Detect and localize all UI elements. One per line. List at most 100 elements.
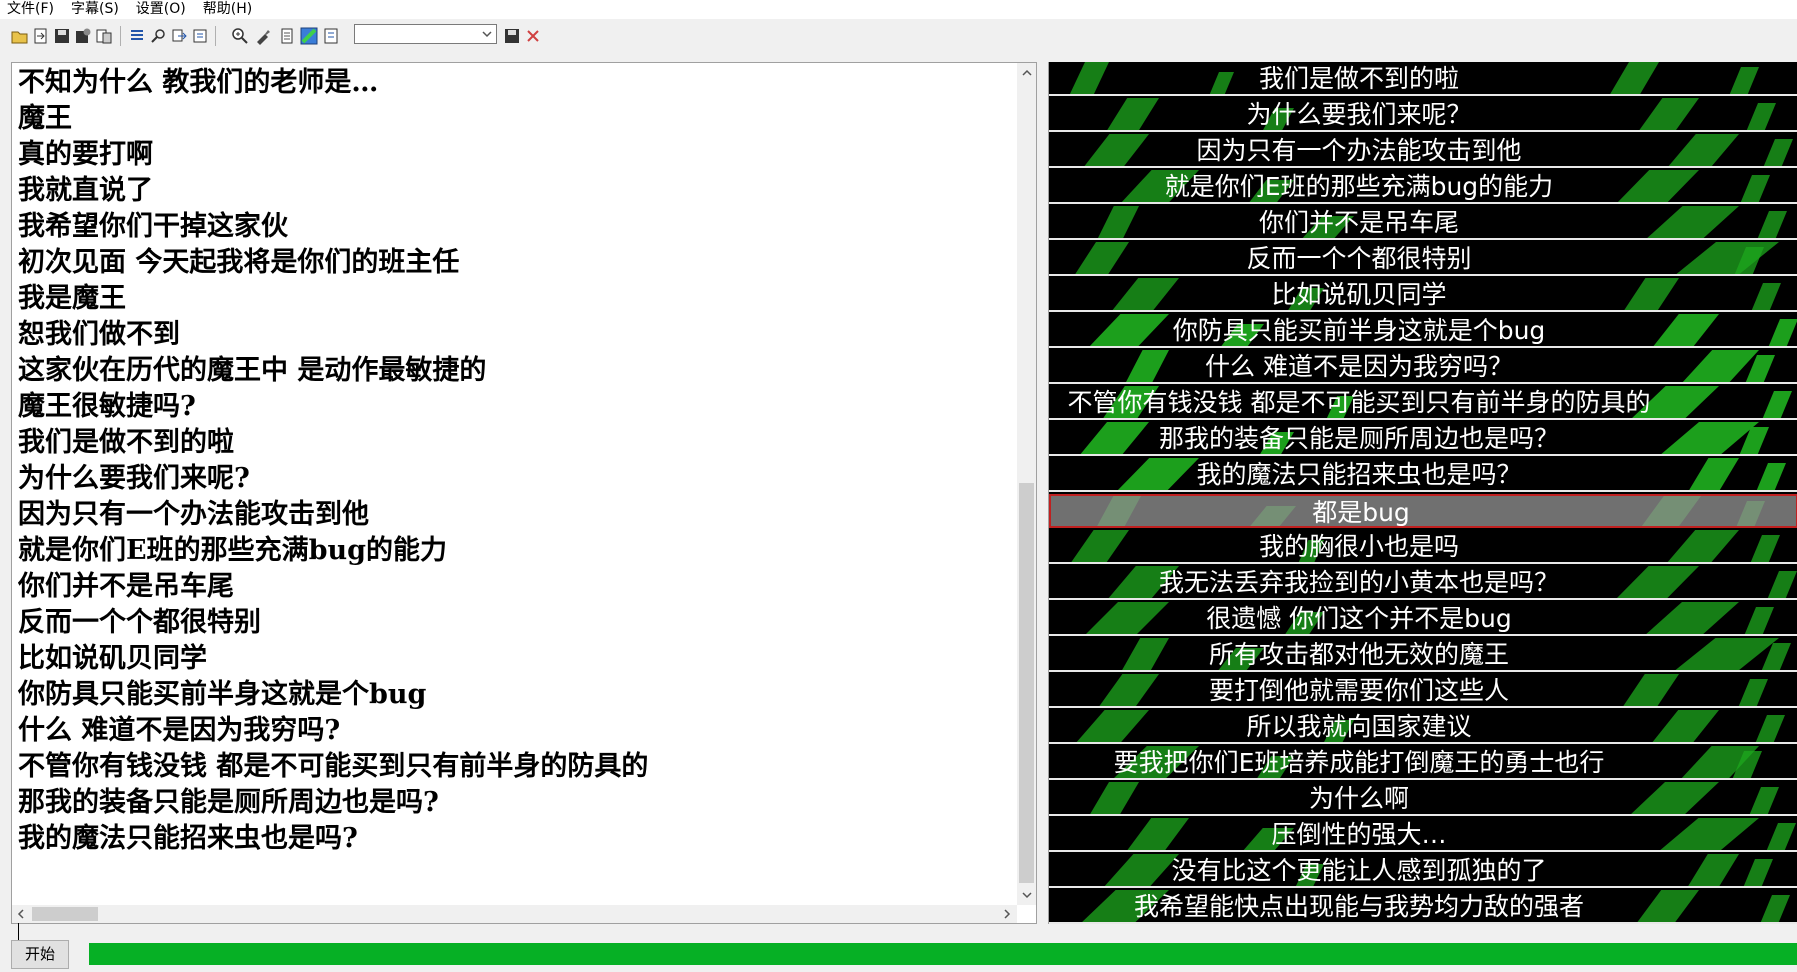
subtitle-text: 因为只有一个办法能攻击到他 (1196, 136, 1522, 165)
scroll-up-icon[interactable] (1020, 66, 1034, 80)
script-line: 我们是做不到的啦 (18, 427, 234, 458)
editor-content[interactable]: 不知为什么 教我们的老师是… 魔王 真的要打啊 我就直说了 我希望你们干掉这家伙 初次见面… (18, 65, 1008, 901)
delete-icon[interactable] (524, 27, 542, 45)
subtitle-row[interactable]: 我们是做不到的啦 (1049, 62, 1797, 96)
horizontal-scrollbar[interactable] (12, 905, 1017, 923)
script-line: 这家伙在历代的魔王中 是动作最敏捷的 (18, 355, 487, 386)
script-line: 那我的装备只能是厕所周边也是吗? (18, 787, 439, 818)
subtitle-text: 我无法丢弃我捡到的小黄本也是吗？ (1158, 568, 1559, 597)
subtitle-text: 所有攻击都对他无效的魔王 (1208, 640, 1509, 669)
horizontal-scroll-thumb[interactable] (32, 907, 98, 921)
script-line: 你防具只能买前半身这就是个bug (18, 679, 427, 710)
menu-settings[interactable]: 设置(O) (129, 0, 196, 19)
font-save-icon[interactable] (503, 27, 521, 45)
subtitle-row[interactable]: 要我把你们E班培养成能打倒魔王的勇士也行 (1049, 746, 1797, 780)
script-line: 魔王 (18, 103, 72, 134)
subtitle-text: 什么 难道不是因为我穷吗？ (1205, 352, 1513, 381)
script-line: 我是魔王 (18, 283, 126, 314)
search-icon[interactable] (149, 27, 167, 45)
export-icon[interactable] (95, 27, 113, 45)
vertical-scrollbar[interactable] (1017, 63, 1036, 905)
subtitle-row[interactable]: 不管你有钱没钱 都是不可能买到只有前半身的防具的 (1049, 386, 1797, 420)
subtitle-row[interactable]: 要打倒他就需要你们这些人 (1049, 674, 1797, 708)
font-combo[interactable] (354, 24, 497, 44)
script-line: 我的魔法只能招来虫也是吗? (18, 823, 358, 854)
format-icon[interactable] (322, 27, 340, 45)
subtitle-text: 不管你有钱没钱 都是不可能买到只有前半身的防具的 (1067, 388, 1651, 417)
subtitle-text: 我们是做不到的啦 (1258, 64, 1459, 93)
subtitle-row[interactable]: 反而一个个都很特别 (1049, 242, 1797, 276)
subtitle-text: 没有比这个更能让人感到孤独的了 (1171, 856, 1547, 885)
subtitle-text: 都是bug (1312, 498, 1410, 527)
subtitle-row[interactable]: 你们并不是吊车尾 (1049, 206, 1797, 240)
scroll-down-icon[interactable] (1020, 888, 1034, 902)
subtitle-text: 你防具只能买前半身这就是个bug (1172, 316, 1546, 345)
brush-icon[interactable] (254, 27, 272, 45)
zoom-icon[interactable] (231, 27, 249, 45)
save-as-icon[interactable] (74, 27, 92, 45)
subtitle-text: 很遗憾 你们这个并不是bug (1206, 604, 1512, 633)
menu-file[interactable]: 文件(F) (0, 0, 64, 19)
subtitle-row[interactable]: 所有攻击都对他无效的魔王 (1049, 638, 1797, 672)
color-icon[interactable] (300, 27, 318, 45)
subtitle-row[interactable]: 那我的装备只能是厕所周边也是吗？ (1049, 422, 1797, 456)
save-icon[interactable] (53, 27, 71, 45)
menu-help[interactable]: 帮助(H) (196, 0, 262, 19)
subtitle-text: 就是你们E班的那些充满bug的能力 (1164, 172, 1554, 201)
menu-bar: 文件(F) 字幕(S) 设置(O) 帮助(H) (0, 0, 1797, 19)
subtitle-text: 要打倒他就需要你们这些人 (1208, 676, 1509, 705)
script-line: 不知为什么 教我们的老师是… (18, 67, 379, 98)
subtitle-row[interactable]: 因为只有一个办法能攻击到他 (1049, 134, 1797, 168)
subtitle-row[interactable]: 很遗憾 你们这个并不是bug (1049, 602, 1797, 636)
script-line: 因为只有一个办法能攻击到他 (18, 499, 369, 530)
scroll-right-icon[interactable] (1000, 907, 1014, 921)
subtitle-row[interactable]: 我无法丢弃我捡到的小黄本也是吗？ (1049, 566, 1797, 600)
subtitle-row[interactable]: 我的魔法只能招来虫也是吗？ (1049, 458, 1797, 492)
list-icon[interactable] (128, 27, 146, 45)
subtitle-text: 要我把你们E班培养成能打倒魔王的勇士也行 (1113, 748, 1605, 777)
subtitle-row[interactable]: 没有比这个更能让人感到孤独的了 (1049, 854, 1797, 888)
progress-bar (89, 943, 1797, 965)
import-icon[interactable] (32, 27, 50, 45)
subtitle-row[interactable]: 都是bug (1049, 494, 1797, 528)
subtitle-row[interactable]: 就是你们E班的那些充满bug的能力 (1049, 170, 1797, 204)
script-line: 真的要打啊 (18, 139, 153, 170)
start-button[interactable]: 开始 (11, 940, 69, 969)
subtitle-preview[interactable]: 我们是做不到的啦为什么要我们来呢？ 因为只有一个办法能攻击到他就是你们E班的那些充… (1048, 62, 1797, 924)
script-line: 魔王很敏捷吗? (18, 391, 196, 422)
subtitle-row[interactable]: 我希望能快点出现能与我势均力敌的强者 (1049, 890, 1797, 924)
subtitle-row[interactable]: 什么 难道不是因为我穷吗？ (1049, 350, 1797, 384)
paste-icon[interactable] (191, 27, 209, 45)
copy-icon[interactable] (170, 27, 188, 45)
script-line: 不管你有钱没钱 都是不可能买到只有前半身的防具的 (18, 751, 649, 782)
subtitle-text: 为什么啊 (1308, 784, 1409, 813)
subtitle-row[interactable]: 为什么要我们来呢？ (1049, 98, 1797, 132)
subtitle-row[interactable]: 我的胸很小也是吗 (1049, 530, 1797, 564)
script-line: 我就直说了 (18, 175, 153, 206)
script-line: 我希望你们干掉这家伙 (18, 211, 288, 242)
subtitle-row[interactable]: 为什么啊 (1049, 782, 1797, 816)
script-editor[interactable]: 不知为什么 教我们的老师是… 魔王 真的要打啊 我就直说了 我希望你们干掉这家伙 初次见面… (11, 62, 1037, 953)
toolbar (0, 20, 1797, 52)
menu-subtitle[interactable]: 字幕(S) (64, 0, 129, 19)
subtitle-text: 比如说矶贝同学 (1271, 280, 1447, 309)
open-file-icon[interactable] (11, 27, 29, 45)
page-icon[interactable] (278, 27, 296, 45)
subtitle-text: 所以我就向国家建议 (1246, 712, 1472, 741)
subtitle-text: 反而一个个都很特别 (1246, 244, 1472, 273)
subtitle-row[interactable]: 你防具只能买前半身这就是个bug (1049, 314, 1797, 348)
subtitle-text: 我的胸很小也是吗 (1258, 532, 1459, 561)
subtitle-row[interactable]: 比如说矶贝同学 (1049, 278, 1797, 312)
subtitle-text: 我的魔法只能招来虫也是吗？ (1196, 460, 1522, 489)
script-line: 你们并不是吊车尾 (18, 571, 234, 602)
subtitle-text: 我希望能快点出现能与我势均力敌的强者 (1133, 892, 1584, 921)
script-line: 为什么要我们来呢? (18, 463, 250, 494)
scroll-left-icon[interactable] (14, 907, 28, 921)
chevron-down-icon (482, 31, 492, 38)
subtitle-row[interactable]: 所以我就向国家建议 (1049, 710, 1797, 744)
subtitle-row[interactable]: 压倒性的强大… (1049, 818, 1797, 852)
progress-fill (89, 943, 1797, 965)
script-line: 比如说矶贝同学 (18, 643, 207, 674)
vertical-scroll-thumb[interactable] (1019, 483, 1034, 883)
script-line: 就是你们E班的那些充满bug的能力 (18, 535, 447, 566)
